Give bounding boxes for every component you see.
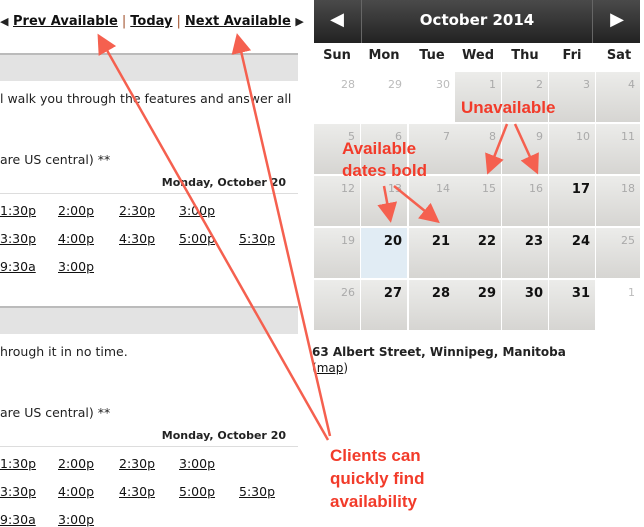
annotation-line: dates bold: [342, 161, 428, 180]
annotation-unavailable: Unavailable: [461, 98, 556, 117]
arrow-to-20: [377, 185, 398, 223]
arrow-to-21: [393, 185, 440, 224]
time-slot-link[interactable]: 3:00p: [58, 512, 94, 527]
time-slot-link[interactable]: 9:30a: [0, 512, 36, 527]
arrow-to-15: [485, 123, 509, 175]
arrow-to-next: [231, 33, 332, 437]
annotation-line: quickly find: [330, 469, 425, 488]
annotation-line: availability: [330, 492, 417, 511]
annotation-clients: Clients can quickly find availability: [330, 444, 424, 513]
arrow-to-prev: [97, 33, 330, 441]
arrow-to-16: [513, 123, 539, 175]
annotation-line: Available: [342, 139, 417, 158]
annotation-line: Clients can: [330, 446, 421, 465]
annotation-available: Available dates bold: [342, 138, 427, 182]
annotation-arrows: [97, 33, 539, 441]
